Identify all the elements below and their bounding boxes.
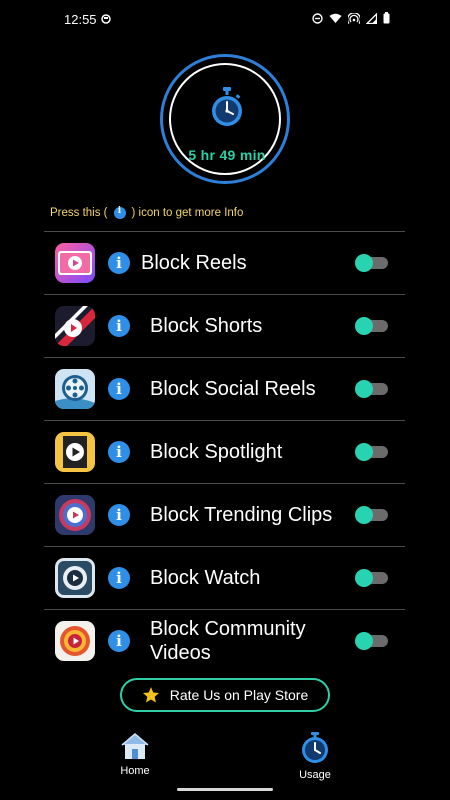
social-reels-app-icon	[55, 369, 95, 409]
info-button[interactable]: i	[108, 315, 130, 337]
item-label: Block Social Reels	[150, 378, 316, 400]
info-button[interactable]: i	[108, 504, 130, 526]
reels-app-icon	[55, 243, 95, 283]
usage-timer-circle: 5 hr 49 min	[160, 54, 290, 184]
block-toggle[interactable]	[355, 506, 388, 524]
info-button[interactable]: i	[108, 630, 130, 652]
item-label: Block Reels	[141, 252, 247, 274]
info-icon	[113, 206, 126, 219]
block-list: i Block Reels i Block Shorts i Block Soc…	[44, 231, 405, 672]
block-toggle[interactable]	[355, 632, 388, 650]
nav-home[interactable]: Home	[105, 732, 165, 777]
block-toggle[interactable]	[355, 317, 388, 335]
toggle-knob	[355, 632, 373, 650]
hint-text-after: ) icon to get more Info	[131, 207, 244, 219]
battery-icon	[383, 12, 390, 24]
spotlight-app-icon	[55, 432, 95, 472]
community-videos-app-icon	[55, 621, 95, 661]
info-button[interactable]: i	[108, 378, 130, 400]
item-label: Block Community Videos	[150, 618, 306, 664]
block-toggle[interactable]	[355, 443, 388, 461]
do-not-disturb-icon	[312, 12, 323, 24]
info-button[interactable]: i	[108, 441, 130, 463]
status-time: 12:55	[64, 12, 97, 27]
wifi-icon	[329, 13, 342, 23]
status-bar: 12:55	[0, 0, 450, 40]
notification-icon	[101, 14, 111, 24]
nav-usage-label: Usage	[299, 769, 331, 781]
shorts-app-icon	[55, 306, 95, 346]
info-hint-text: Press this ( ) icon to get more Info	[50, 206, 244, 219]
rate-us-button[interactable]: Rate Us on Play Store	[120, 678, 330, 712]
item-label: Block Watch	[150, 567, 261, 589]
block-toggle[interactable]	[355, 569, 388, 587]
signal-icon	[366, 12, 377, 24]
list-item: i Block Community Videos	[44, 609, 405, 672]
list-item: i Block Shorts	[44, 294, 405, 357]
gesture-bar[interactable]	[177, 788, 273, 791]
item-label: Block Shorts	[150, 315, 263, 337]
usage-time-text: 5 hr 49 min	[188, 147, 266, 163]
usage-timer-inner: 5 hr 49 min	[169, 63, 281, 175]
block-toggle[interactable]	[355, 380, 388, 398]
toggle-knob	[355, 380, 373, 398]
toggle-knob	[355, 506, 373, 524]
trending-clips-app-icon	[55, 495, 95, 535]
list-item: i Block Watch	[44, 546, 405, 609]
toggle-knob	[355, 317, 373, 335]
list-item: i Block Social Reels	[44, 357, 405, 420]
toggle-knob	[355, 254, 373, 272]
star-icon	[142, 687, 159, 703]
item-label: Block Spotlight	[150, 441, 283, 463]
watch-app-icon	[55, 558, 95, 598]
home-icon	[121, 733, 149, 759]
hotspot-icon	[348, 12, 360, 24]
toggle-knob	[355, 569, 373, 587]
stopwatch-nav-icon	[302, 732, 328, 763]
toggle-knob	[355, 443, 373, 461]
block-toggle[interactable]	[355, 254, 388, 272]
info-button[interactable]: i	[108, 252, 130, 274]
list-item: i Block Trending Clips	[44, 483, 405, 546]
info-button[interactable]: i	[108, 567, 130, 589]
rate-us-label: Rate Us on Play Store	[169, 687, 309, 703]
hint-text-before: Press this (	[50, 207, 108, 219]
nav-home-label: Home	[120, 765, 150, 777]
stopwatch-icon	[212, 87, 242, 126]
list-item: i Block Reels	[44, 231, 405, 294]
list-item: i Block Spotlight	[44, 420, 405, 483]
item-label: Block Trending Clips	[150, 504, 333, 526]
nav-usage[interactable]: Usage	[285, 732, 345, 781]
